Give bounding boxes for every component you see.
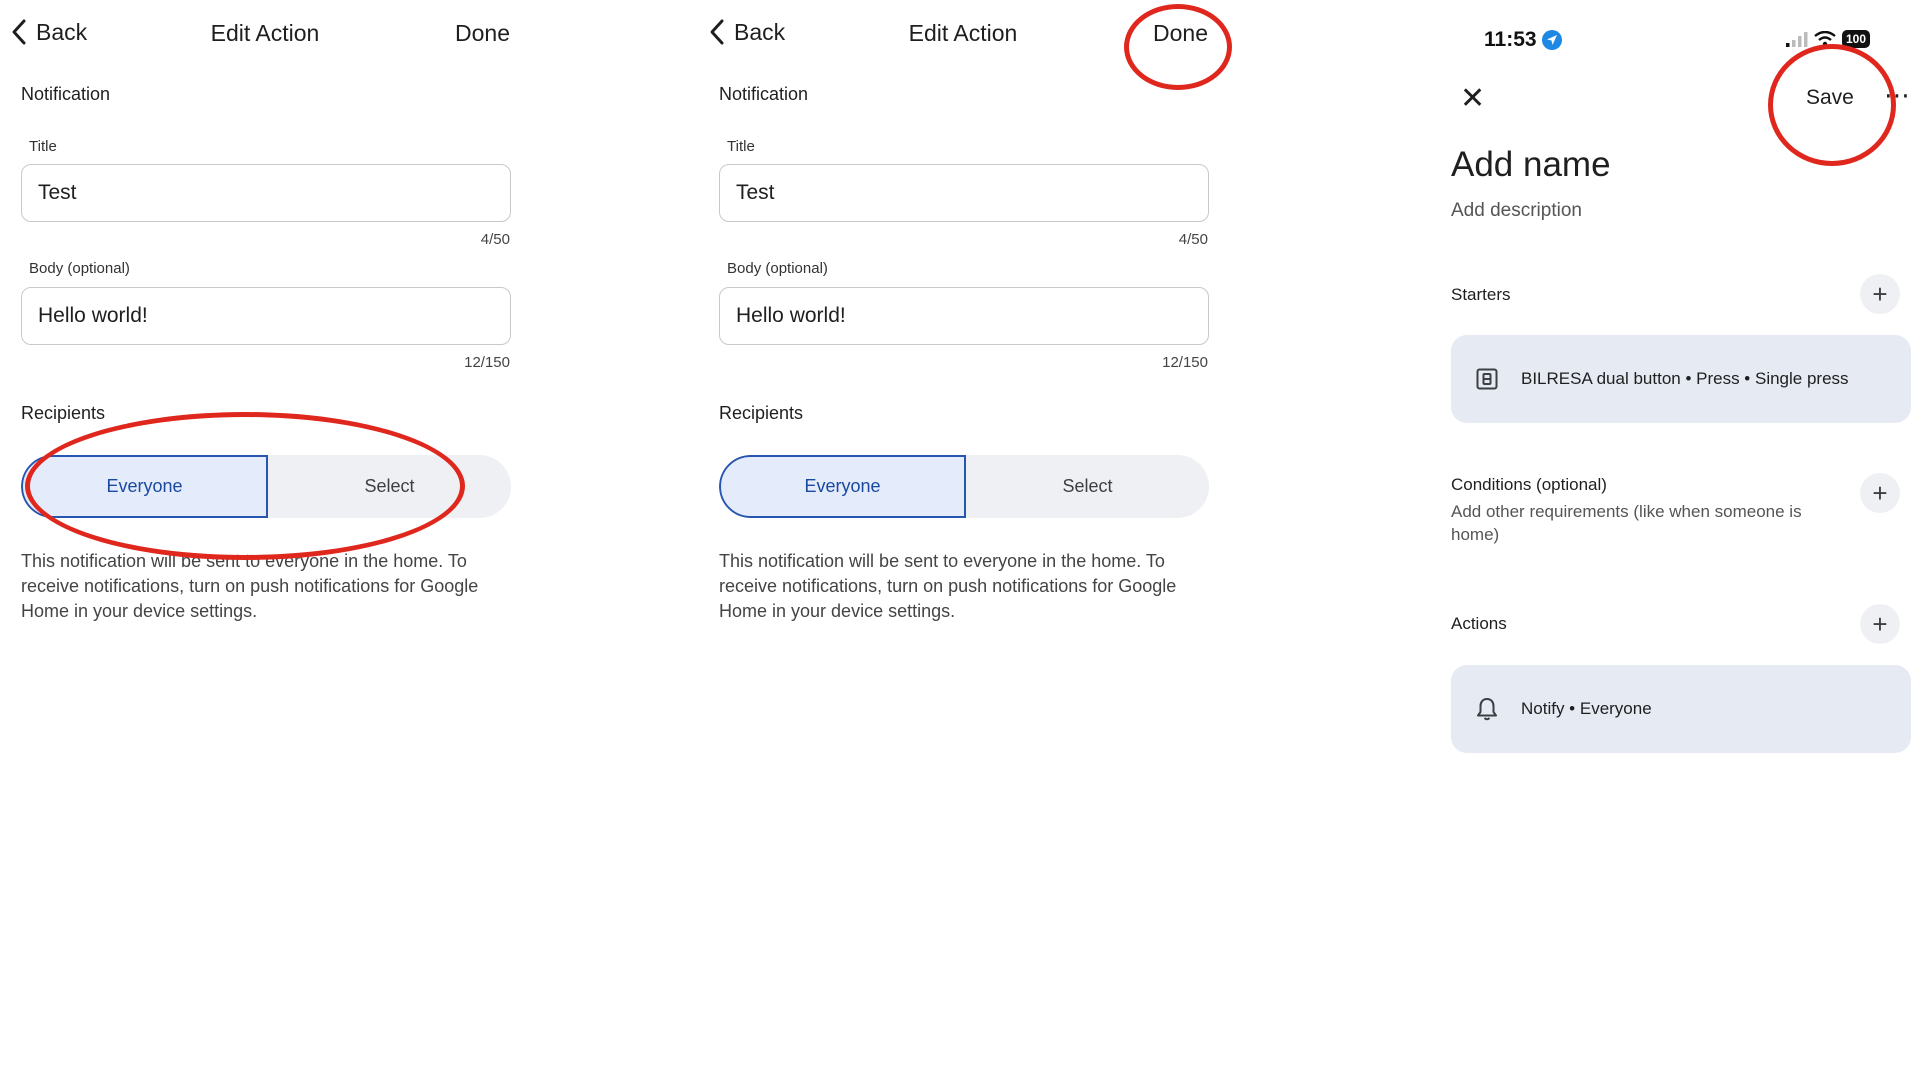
title-counter: 4/50 bbox=[1178, 231, 1208, 248]
title-counter: 4/50 bbox=[480, 231, 510, 248]
body-counter: 12/150 bbox=[464, 354, 510, 371]
body-field-label: Body (optional) bbox=[29, 260, 130, 277]
recipients-toggle: Everyone Select bbox=[719, 455, 1209, 518]
status-bar-icons: 100 bbox=[1785, 30, 1870, 48]
actions-heading: Actions bbox=[1451, 614, 1507, 633]
add-action-button[interactable]: + bbox=[1860, 604, 1900, 644]
select-option[interactable]: Select bbox=[966, 455, 1209, 518]
header: Back Edit Action Done bbox=[0, 0, 520, 68]
recipients-heading: Recipients bbox=[719, 403, 804, 423]
everyone-option[interactable]: Everyone bbox=[21, 455, 268, 518]
page-title: Edit Action bbox=[908, 20, 1018, 46]
title-field-label: Title bbox=[29, 138, 57, 155]
body-counter: 12/150 bbox=[1162, 354, 1208, 371]
done-button[interactable]: Done bbox=[455, 20, 510, 47]
battery-icon: 100 bbox=[1841, 30, 1870, 48]
everyone-option[interactable]: Everyone bbox=[719, 455, 966, 518]
signal-icon bbox=[1785, 32, 1808, 47]
edit-action-panel-1: Back Edit Action Done Notification Title… bbox=[0, 0, 520, 1080]
starter-card-label: BILRESA dual button • Press • Single pre… bbox=[1521, 369, 1849, 388]
plus-icon: + bbox=[1872, 477, 1888, 508]
recipients-heading: Recipients bbox=[21, 403, 106, 423]
title-field[interactable]: Test bbox=[719, 164, 1209, 222]
save-button[interactable]: Save bbox=[1806, 86, 1854, 110]
add-starter-button[interactable]: + bbox=[1860, 274, 1900, 314]
page-title: Edit Action bbox=[210, 20, 320, 46]
status-bar-time: 11:53 bbox=[1484, 28, 1562, 52]
title-field-value: Test bbox=[38, 181, 77, 204]
add-condition-button[interactable]: + bbox=[1860, 473, 1900, 513]
header: Back Edit Action Done bbox=[698, 0, 1218, 68]
conditions-heading: Conditions (optional) bbox=[1451, 475, 1607, 494]
recipients-description: This notification will be sent to everyo… bbox=[21, 551, 479, 621]
status-time-text: 11:53 bbox=[1484, 28, 1537, 51]
starter-card[interactable]: BILRESA dual button • Press • Single pre… bbox=[1451, 335, 1911, 423]
close-icon[interactable]: ✕ bbox=[1460, 84, 1485, 114]
wifi-icon bbox=[1814, 31, 1836, 47]
body-field[interactable]: Hello world! bbox=[21, 287, 511, 345]
body-field[interactable]: Hello world! bbox=[719, 287, 1209, 345]
plus-icon: + bbox=[1872, 278, 1888, 309]
more-icon[interactable]: ⋯ bbox=[1884, 80, 1911, 111]
description-field[interactable]: Add description bbox=[1451, 200, 1582, 222]
location-arrow-icon bbox=[1541, 30, 1562, 50]
body-field-value: Hello world! bbox=[38, 304, 148, 327]
notification-heading: Notification bbox=[719, 84, 809, 104]
name-field[interactable]: Add name bbox=[1451, 145, 1611, 185]
body-field-value: Hello world! bbox=[736, 304, 846, 327]
body-field-label: Body (optional) bbox=[727, 260, 828, 277]
select-option[interactable]: Select bbox=[268, 455, 511, 518]
recipients-toggle: Everyone Select bbox=[21, 455, 511, 518]
edit-action-panel-2: Back Edit Action Done Notification Title… bbox=[698, 0, 1232, 1080]
conditions-hint: Add other requirements (like when someon… bbox=[1451, 502, 1802, 544]
title-field-value: Test bbox=[736, 181, 775, 204]
title-field-label: Title bbox=[727, 138, 755, 155]
starters-heading: Starters bbox=[1451, 285, 1511, 304]
button-device-icon bbox=[1476, 368, 1498, 390]
recipients-description: This notification will be sent to everyo… bbox=[719, 551, 1177, 621]
action-card[interactable]: Notify • Everyone bbox=[1451, 665, 1911, 753]
plus-icon: + bbox=[1872, 608, 1888, 639]
bell-icon bbox=[1477, 698, 1497, 721]
notification-heading: Notification bbox=[21, 84, 111, 104]
done-button[interactable]: Done bbox=[1153, 20, 1208, 47]
action-card-label: Notify • Everyone bbox=[1521, 699, 1652, 718]
title-field[interactable]: Test bbox=[21, 164, 511, 222]
automation-editor-panel: 11:53 100 ✕ Save ⋯ Add name Add descript… bbox=[1440, 0, 1920, 1080]
